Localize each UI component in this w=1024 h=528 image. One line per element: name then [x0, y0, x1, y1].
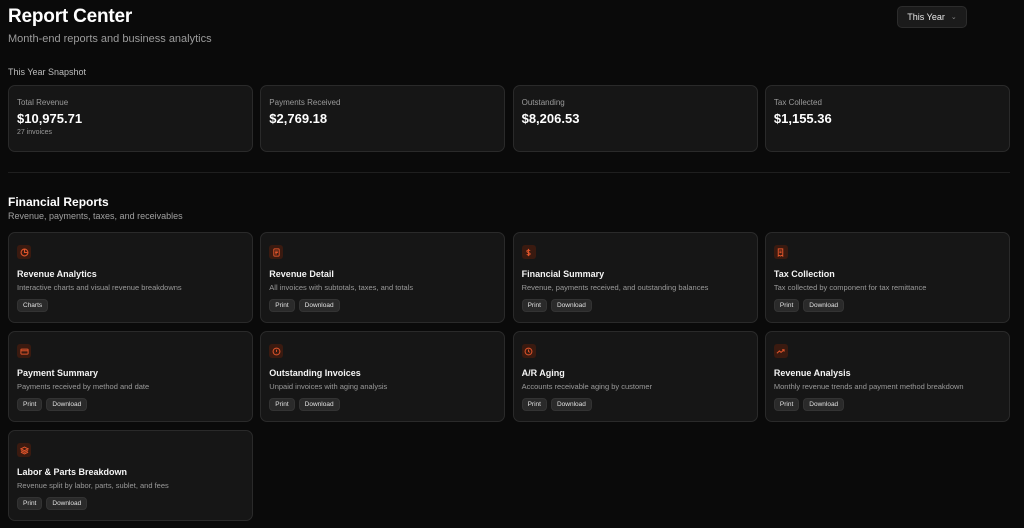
report-title: Financial Summary [521, 269, 605, 279]
download-button[interactable]: Download [550, 299, 592, 312]
print-button[interactable]: Print [773, 398, 800, 411]
period-select[interactable]: This Year ⌄ [897, 6, 967, 28]
report-card-tax-collection[interactable]: Tax Collection Tax collected by componen… [764, 232, 1010, 323]
stat-card-payments-received: Payments Received $2,769.18 [260, 85, 506, 152]
chevron-down-icon: ⌄ [950, 14, 957, 21]
page-title: Report Center [8, 6, 133, 27]
report-card-revenue-analysis[interactable]: Revenue Analysis Monthly revenue trends … [764, 331, 1010, 422]
section-title: Financial Reports [8, 195, 109, 209]
trend-up-icon [773, 344, 788, 358]
report-description: Payments received by method and date [17, 382, 150, 391]
report-actions: Charts [17, 299, 244, 312]
download-button[interactable]: Download [46, 398, 88, 411]
alert-circle-icon [269, 344, 284, 358]
report-actions: Print Download [773, 299, 1001, 312]
report-actions: Print Download [521, 398, 749, 411]
print-button[interactable]: Print [17, 398, 43, 411]
report-actions: Print Download [521, 299, 749, 312]
report-description: Revenue split by labor, parts, sublet, a… [17, 481, 169, 490]
download-button[interactable]: Download [550, 398, 592, 411]
report-description: All invoices with subtotals, taxes, and … [269, 283, 414, 292]
report-card-payment-summary[interactable]: Payment Summary Payments received by met… [8, 331, 253, 422]
pie-chart-icon [17, 245, 31, 259]
page-subtitle: Month-end reports and business analytics [8, 33, 212, 45]
report-title: A/R Aging [521, 368, 565, 378]
report-title: Labor & Parts Breakdown [17, 467, 128, 477]
report-title: Revenue Analysis [773, 368, 851, 378]
snapshot-cards: Total Revenue $10,975.71 27 invoices Pay… [8, 85, 1010, 152]
print-button[interactable]: Print [269, 398, 295, 411]
download-button[interactable]: Download [803, 398, 845, 411]
report-grid: Revenue Analytics Interactive charts and… [8, 232, 1010, 521]
stat-value: $2,769.18 [269, 111, 328, 126]
period-select-value: This Year [907, 12, 945, 22]
download-button[interactable]: Download [298, 398, 340, 411]
stat-label: Outstanding [521, 98, 565, 107]
report-card-ar-aging[interactable]: A/R Aging Accounts receivable aging by c… [512, 331, 758, 422]
snapshot-label: This Year Snapshot [8, 67, 87, 77]
report-actions: Print Download [269, 398, 496, 411]
stat-label: Tax Collected [773, 98, 822, 107]
report-description: Interactive charts and visual revenue br… [17, 283, 182, 292]
print-button[interactable]: Print [17, 497, 43, 510]
report-title: Outstanding Invoices [269, 368, 361, 378]
download-button[interactable]: Download [46, 497, 88, 510]
report-description: Unpaid invoices with aging analysis [269, 382, 388, 391]
report-title: Revenue Analytics [17, 269, 97, 279]
print-button[interactable]: Print [269, 299, 295, 312]
report-card-financial-summary[interactable]: Financial Summary Revenue, payments rece… [512, 232, 758, 323]
report-title: Revenue Detail [269, 269, 334, 279]
report-actions: Print Download [773, 398, 1001, 411]
stat-card-tax-collected: Tax Collected $1,155.36 [764, 85, 1010, 152]
print-button[interactable]: Print [521, 398, 547, 411]
stat-value: $10,975.71 [17, 111, 83, 126]
stat-card-outstanding: Outstanding $8,206.53 [512, 85, 758, 152]
layers-icon [17, 443, 31, 457]
report-description: Accounts receivable aging by customer [521, 382, 653, 391]
section-subtitle: Revenue, payments, taxes, and receivable… [8, 211, 183, 221]
report-title: Payment Summary [17, 368, 99, 378]
page-header: Report Center Month-end reports and busi… [8, 6, 212, 45]
document-icon [269, 245, 284, 259]
report-actions: Print Download [269, 299, 496, 312]
report-actions: Print Download [17, 398, 244, 411]
report-card-revenue-detail[interactable]: Revenue Detail All invoices with subtota… [260, 232, 506, 323]
print-button[interactable]: Print [773, 299, 800, 312]
report-card-outstanding-invoices[interactable]: Outstanding Invoices Unpaid invoices wit… [260, 331, 506, 422]
stat-value: $8,206.53 [521, 111, 580, 126]
clock-icon [521, 344, 536, 358]
charts-button[interactable]: Charts [17, 299, 49, 312]
download-button[interactable]: Download [803, 299, 845, 312]
report-description: Monthly revenue trends and payment metho… [773, 382, 964, 391]
download-button[interactable]: Download [298, 299, 340, 312]
report-title: Tax Collection [773, 269, 835, 279]
stat-sub: 27 invoices [17, 129, 53, 136]
credit-card-icon [17, 344, 31, 358]
print-button[interactable]: Print [521, 299, 547, 312]
report-card-labor-parts-breakdown[interactable]: Labor & Parts Breakdown Revenue split by… [8, 430, 253, 521]
receipt-icon [773, 245, 788, 259]
report-card-revenue-analytics[interactable]: Revenue Analytics Interactive charts and… [8, 232, 253, 323]
report-description: Revenue, payments received, and outstand… [521, 283, 709, 292]
stat-label: Payments Received [269, 98, 341, 107]
report-actions: Print Download [17, 497, 244, 510]
stat-card-total-revenue: Total Revenue $10,975.71 27 invoices [8, 85, 253, 152]
stat-label: Total Revenue [17, 98, 69, 107]
dollar-icon [521, 245, 536, 259]
stat-value: $1,155.36 [773, 111, 832, 126]
section-divider [8, 172, 1010, 173]
report-description: Tax collected by component for tax remit… [773, 283, 927, 292]
